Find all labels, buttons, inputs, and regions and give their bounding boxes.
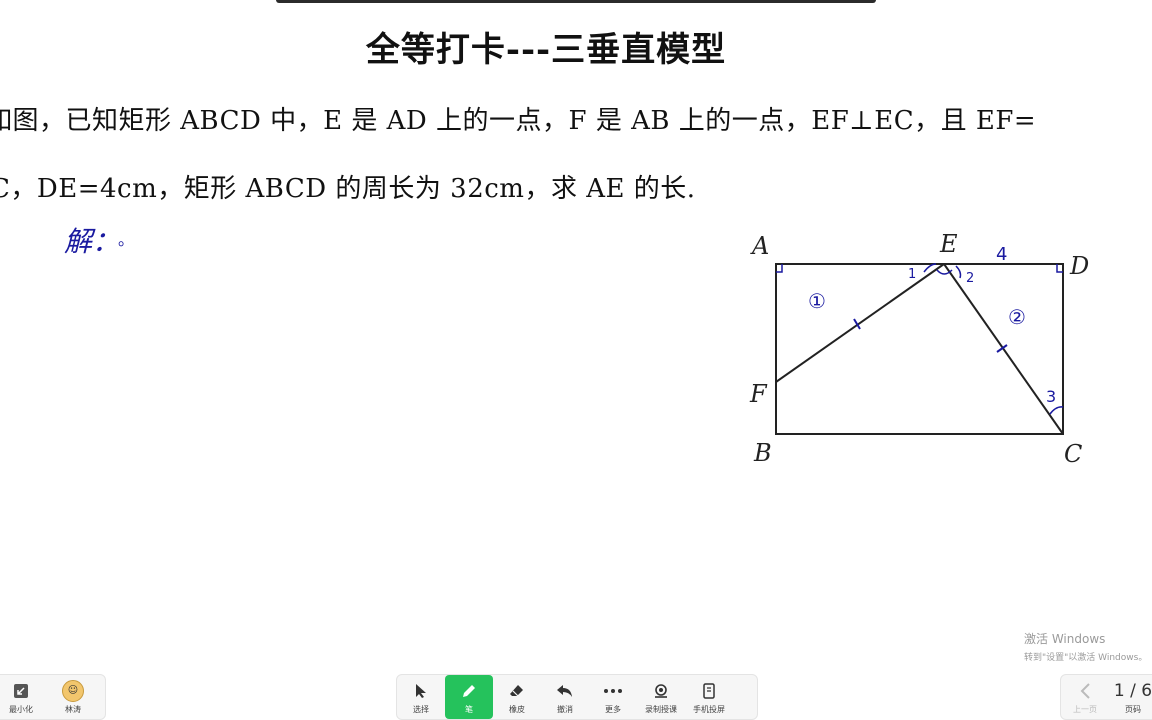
question-line-1: 如图，已知矩形 ABCD 中，E 是 AD 上的一点，F 是 AB 上的一点，E… — [0, 106, 1037, 136]
drawing-tools-panel: 选择 笔 橡皮 撤消 更多 录制授课 手机投屏 — [396, 674, 758, 720]
annotation-region-2: ② — [1008, 305, 1026, 329]
more-dots-icon — [603, 680, 623, 702]
windows-activation-watermark: 激活 Windows 转到"设置"以激活 Windows。 — [1024, 630, 1147, 663]
eraser-tool-button[interactable]: 橡皮 — [493, 675, 541, 719]
vertex-label-b: B — [753, 439, 772, 467]
solution-label: 解： — [64, 225, 121, 258]
vertex-label-d: D — [1069, 252, 1089, 280]
figure-svg: A E D F B C 4 1 2 3 ① ② — [749, 230, 1089, 468]
avatar-icon: ☺ — [62, 679, 84, 702]
watermark-line-1: 激活 Windows — [1024, 632, 1106, 646]
eraser-tool-label: 橡皮 — [509, 704, 525, 714]
pen-tool-button[interactable]: 笔 — [445, 675, 493, 719]
page-indicator-button[interactable]: 1 / 6 页码 — [1109, 675, 1152, 719]
user-name-label: 林涛 — [65, 704, 81, 714]
record-camera-icon — [652, 680, 670, 702]
user-avatar-button[interactable]: ☺ 林涛 — [47, 675, 99, 719]
undo-label: 撤消 — [557, 704, 573, 714]
slide-title: 全等打卡---三垂直模型 — [365, 30, 727, 70]
select-tool-label: 选择 — [413, 704, 429, 714]
segment-ef — [775, 263, 945, 383]
record-lesson-label: 录制授课 — [645, 704, 677, 714]
eraser-icon — [509, 680, 525, 702]
page-indicator: 1 / 6 — [1113, 680, 1152, 701]
phone-icon — [703, 680, 715, 702]
more-label: 更多 — [605, 704, 621, 714]
annotation-angle-1: 1 — [908, 267, 916, 282]
angle-mark-3 — [1049, 406, 1064, 415]
chevron-left-icon — [1079, 680, 1091, 702]
bottom-toolbar: 最小化 ☺ 林涛 选择 笔 橡皮 撤消 更多 录制授课 手机投屏 上一页 1 /… — [0, 670, 1152, 720]
minimize-label: 最小化 — [9, 704, 33, 714]
mobile-projection-button[interactable]: 手机投屏 — [685, 675, 733, 719]
pen-tool-label: 笔 — [465, 704, 473, 714]
pen-icon — [461, 680, 477, 702]
select-tool-button[interactable]: 选择 — [397, 675, 445, 719]
annotation-angle-3: 3 — [1046, 387, 1056, 406]
undo-button[interactable]: 撤消 — [541, 675, 589, 719]
annotation-region-1: ① — [808, 289, 826, 313]
vertex-label-e: E — [939, 230, 958, 258]
vertex-label-a: A — [750, 232, 769, 260]
prev-page-button[interactable]: 上一页 — [1061, 675, 1109, 719]
left-toolbar-panel: 最小化 ☺ 林涛 — [0, 674, 106, 720]
undo-arrow-icon — [556, 680, 574, 702]
page-nav-panel: 上一页 1 / 6 页码 — [1060, 674, 1152, 720]
vertex-label-f: F — [749, 380, 768, 408]
question-line-2: C，DE=4cm，矩形 ABCD 的周长为 32cm，求 AE 的长. — [0, 174, 696, 204]
page-label: 页码 — [1125, 704, 1141, 714]
more-button[interactable]: 更多 — [589, 675, 637, 719]
annotation-angle-2: 2 — [966, 271, 974, 286]
minimize-button[interactable]: 最小化 — [0, 675, 47, 719]
watermark-line-2: 转到"设置"以激活 Windows。 — [1024, 653, 1148, 663]
minimize-icon — [13, 680, 29, 702]
record-lesson-button[interactable]: 录制授课 — [637, 675, 685, 719]
mobile-projection-label: 手机投屏 — [693, 704, 725, 714]
solution-dot: 。 — [118, 230, 135, 249]
cursor-arrow-icon — [414, 680, 428, 702]
segment-ec — [943, 263, 1064, 435]
prev-page-label: 上一页 — [1073, 704, 1097, 714]
annotation-de-length: 4 — [996, 244, 1007, 265]
geometry-figure: A E D F B C 4 1 2 3 ① ② — [740, 226, 1100, 476]
angle-mark-2 — [955, 265, 962, 279]
vertex-label-c: C — [1064, 440, 1082, 468]
top-window-bar — [276, 0, 876, 3]
